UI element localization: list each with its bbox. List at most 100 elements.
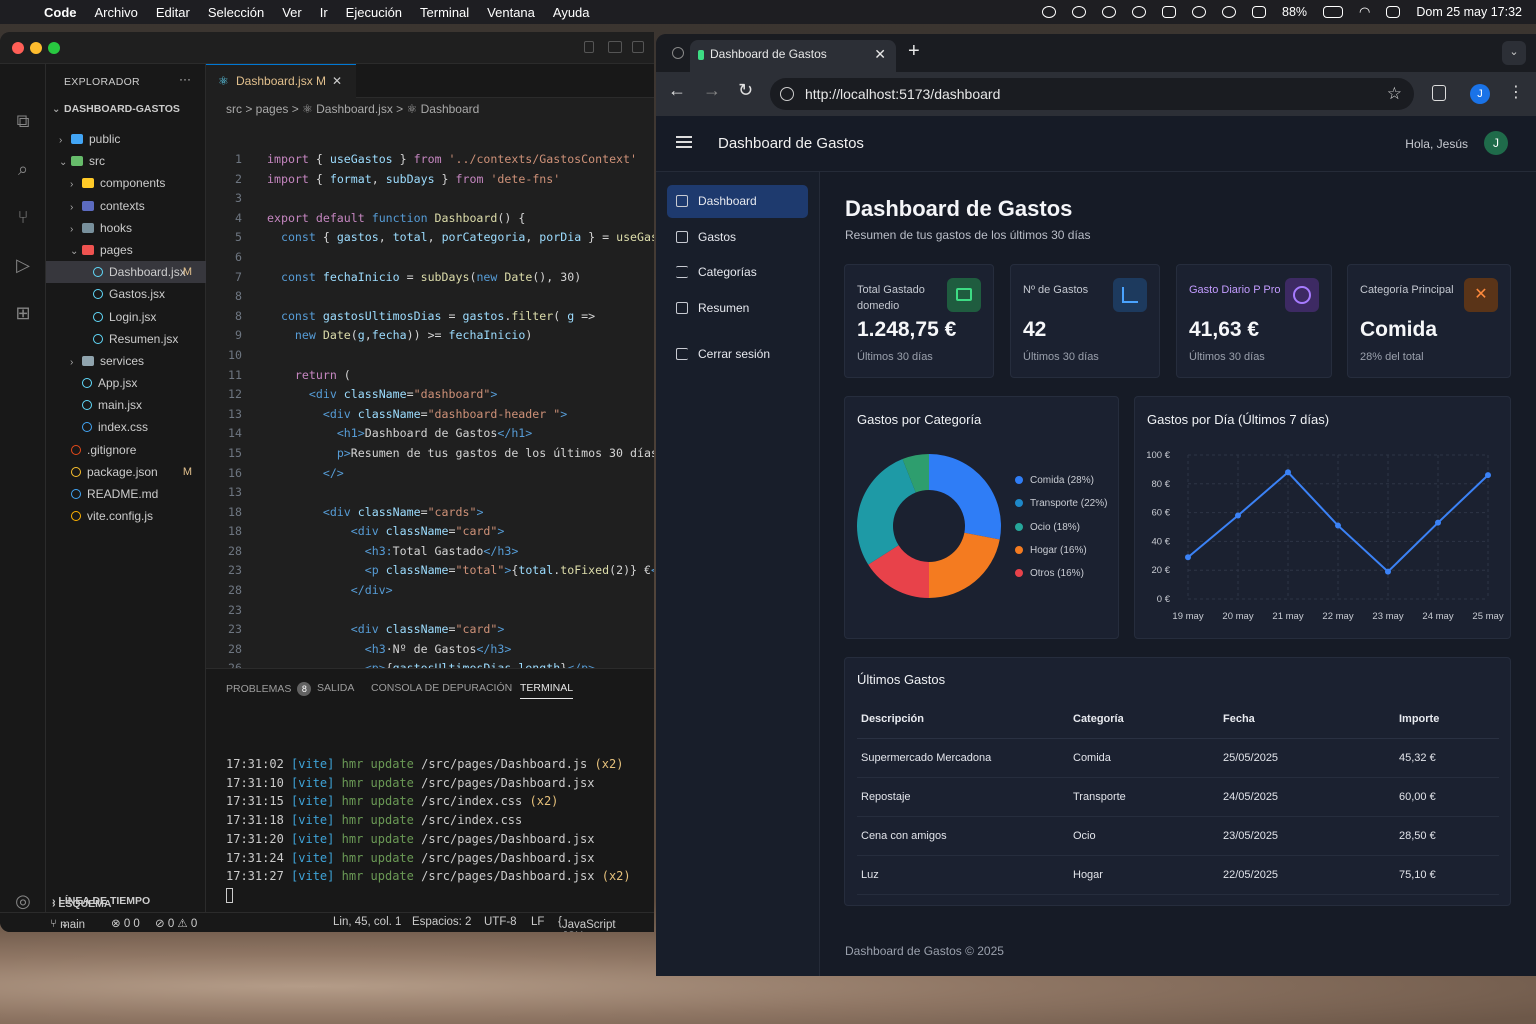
col-categoria[interactable]: Categoría: [1069, 700, 1219, 739]
status-language[interactable]: { JavaScript JSX: [558, 916, 616, 932]
toggle-panel-icon[interactable]: [608, 41, 622, 53]
tree-item-src[interactable]: ⌄ src: [46, 150, 206, 172]
accounts-icon[interactable]: ◎: [12, 890, 34, 912]
code-line[interactable]: 18 <div className="card">: [206, 522, 654, 542]
code-line[interactable]: 6: [206, 248, 654, 268]
tree-item-services[interactable]: › services: [46, 350, 206, 372]
code-line[interactable]: 16 </>: [206, 464, 654, 484]
tree-item-main-jsx[interactable]: main.jsx: [46, 394, 206, 416]
legend-item[interactable]: Transporte (22%): [1015, 498, 1107, 509]
menu-archivo[interactable]: Archivo: [95, 5, 138, 20]
menu-app-name[interactable]: Code: [44, 5, 77, 20]
layout-icon[interactable]: [632, 41, 644, 53]
browser-menu-icon[interactable]: ⋮: [1508, 82, 1524, 102]
legend-item[interactable]: Otros (16%): [1015, 568, 1084, 579]
menu-ejecucion[interactable]: Ejecución: [346, 5, 402, 20]
code-line[interactable]: 1 import { useGastos } from '../contexts/…: [206, 150, 654, 170]
tree-item-readme-md[interactable]: README.md: [46, 483, 206, 505]
shield-icon[interactable]: [1222, 6, 1237, 18]
tab-search-icon[interactable]: ⌄: [1502, 41, 1526, 65]
tree-item-gastos-jsx[interactable]: Gastos.jsx: [46, 283, 206, 305]
data-point[interactable]: [1385, 568, 1391, 575]
menu-ventana[interactable]: Ventana: [487, 5, 535, 20]
menu-ayuda[interactable]: Ayuda: [553, 5, 590, 20]
address-bar[interactable]: http://localhost:5173/dashboard ☆: [770, 78, 1414, 110]
profile-avatar[interactable]: J: [1470, 84, 1490, 104]
wifi-icon[interactable]: ◠: [1359, 4, 1370, 20]
table-row[interactable]: Repostaje Transporte 24/05/2025 60,00 €: [857, 777, 1499, 817]
extensions-icon[interactable]: [1432, 85, 1446, 101]
table-row[interactable]: Cena con amigos Ocio 23/05/2025 28,50 €: [857, 816, 1499, 856]
search-icon[interactable]: ⌕: [12, 158, 34, 180]
data-point[interactable]: [1435, 519, 1441, 526]
code-line[interactable]: 28 <h3:Total Gastado</h3>: [206, 542, 654, 562]
table-row[interactable]: Supermercado Mercadona Comida 25/05/2025 45…: [857, 738, 1499, 778]
data-point[interactable]: [1335, 522, 1341, 529]
tree-item-components[interactable]: › components: [46, 172, 206, 194]
explorer-icon[interactable]: ⧉: [12, 110, 34, 132]
tab-output[interactable]: SALIDA: [317, 682, 354, 694]
site-info-icon[interactable]: [780, 87, 794, 101]
menu-clock[interactable]: Dom 25 may 17:32: [1416, 5, 1522, 19]
code-line[interactable]: 3: [206, 189, 654, 209]
tree-item-contexts[interactable]: › contexts: [46, 195, 206, 217]
tree-item-package-json[interactable]: package.json M: [46, 461, 206, 483]
code-editor[interactable]: 1 import { useGastos } from '../contexts/…: [206, 150, 654, 699]
data-point[interactable]: [1185, 554, 1191, 561]
tab-group-icon[interactable]: [672, 47, 684, 59]
run-debug-icon[interactable]: ▷: [12, 254, 34, 276]
extensions-icon[interactable]: ⊞: [12, 302, 34, 324]
zoom-window-icon[interactable]: [48, 42, 60, 54]
code-line[interactable]: 12 <div className="dashboard">: [206, 385, 654, 405]
tree-item-login-jsx[interactable]: Login.jsx: [46, 306, 206, 328]
sidebar-item-categorias[interactable]: Categorías: [667, 256, 808, 289]
data-point[interactable]: [1485, 472, 1491, 479]
code-line[interactable]: 28 </div>: [206, 581, 654, 601]
more-actions-icon[interactable]: ···: [179, 72, 191, 86]
bookmark-star-icon[interactable]: ☆: [1387, 78, 1402, 110]
tab-problems[interactable]: PROBLEMAS 8: [226, 682, 312, 696]
minimize-window-icon[interactable]: [30, 42, 42, 54]
tree-item-index-css[interactable]: index.css: [46, 416, 206, 438]
code-line[interactable]: 13: [206, 483, 654, 503]
code-line[interactable]: 11 return (: [206, 366, 654, 386]
code-line[interactable]: 2 import { format, subDays } from 'dete-f…: [206, 170, 654, 190]
col-descripcion[interactable]: Descripción: [857, 700, 1069, 739]
tree-item-dashboard-jsx[interactable]: Dashboard.jsx M: [46, 261, 206, 284]
data-point[interactable]: [1285, 469, 1291, 476]
tab-dashboard-jsx[interactable]: ⚛ Dashboard.jsx M ✕: [206, 64, 356, 98]
code-line[interactable]: 7 const fechaInicio = subDays(new Date()…: [206, 268, 654, 288]
toggle-sidebar-icon[interactable]: [584, 41, 594, 53]
back-icon[interactable]: ←: [668, 80, 686, 101]
code-line[interactable]: 23 <div className="card">: [206, 620, 654, 640]
tree-item-app-jsx[interactable]: App.jsx: [46, 372, 206, 394]
tree-item-hooks[interactable]: › hooks: [46, 217, 206, 239]
code-line[interactable]: 28 <h3·Nº de Gastos</h3>: [206, 640, 654, 660]
status-eol[interactable]: LF: [531, 916, 544, 928]
close-window-icon[interactable]: [12, 42, 24, 54]
menu-terminal[interactable]: Terminal: [420, 5, 469, 20]
donut-slice[interactable]: [929, 532, 1000, 598]
avatar[interactable]: J: [1484, 131, 1508, 155]
app-status-icon[interactable]: [1162, 6, 1177, 18]
tree-item-pages[interactable]: ⌄ pages: [46, 239, 206, 261]
control-center-icon[interactable]: [1386, 6, 1401, 18]
sidebar-item-dashboard[interactable]: Dashboard: [667, 185, 808, 218]
reload-icon[interactable]: ↻: [738, 80, 753, 101]
sync-icon[interactable]: [1042, 6, 1057, 18]
code-line[interactable]: 23: [206, 601, 654, 621]
legend-item[interactable]: Hogar (16%): [1015, 545, 1087, 556]
code-line[interactable]: 8: [206, 287, 654, 307]
status-warnings[interactable]: ⊘ 0 ⚠ 0: [155, 916, 197, 930]
sidebar-item-resumen[interactable]: Resumen: [667, 292, 808, 325]
breadcrumb[interactable]: src > pages > ⚛ Dashboard.jsx > ⚛ Dashbo…: [226, 102, 479, 116]
code-line[interactable]: 5 const { gastos, total, porCategoria, p…: [206, 228, 654, 248]
timer-icon[interactable]: [1192, 6, 1207, 18]
status-errors[interactable]: ⊗ 0 0: [111, 916, 140, 930]
donut-slice[interactable]: [857, 459, 916, 565]
menu-seleccion[interactable]: Selección: [208, 5, 264, 20]
close-tab-icon[interactable]: ✕: [874, 40, 886, 68]
tab-terminal[interactable]: TERMINAL: [520, 682, 574, 699]
table-row[interactable]: Luz Hogar 22/05/2025 75,10 €: [857, 855, 1499, 895]
status-branch[interactable]: ⑂ main ⌄: [50, 916, 85, 931]
